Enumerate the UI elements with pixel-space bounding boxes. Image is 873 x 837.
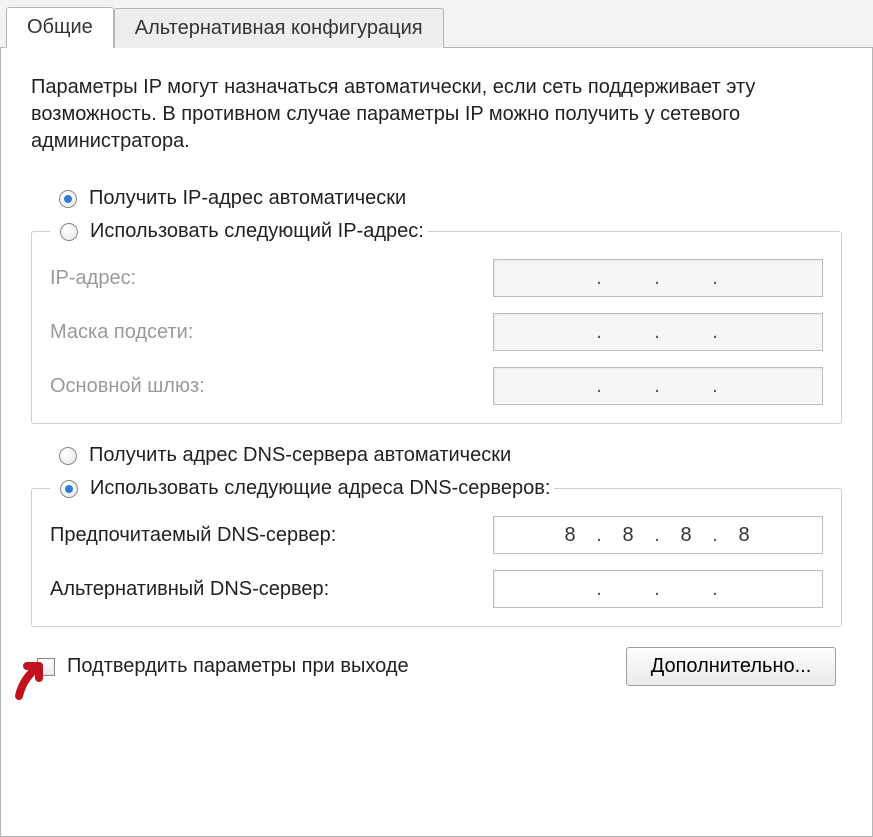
input-default-gateway: . . . — [493, 367, 823, 405]
radio-ip-auto[interactable] — [59, 190, 77, 208]
label-subnet-mask: Маска подсети: — [50, 321, 493, 344]
label-validate-on-exit: Подтвердить параметры при выходе — [67, 655, 409, 678]
description-text: Параметры IP могут назначаться автоматич… — [31, 74, 842, 155]
radio-dns-manual-label: Использовать следующие адреса DNS-сервер… — [90, 477, 550, 500]
label-default-gateway: Основной шлюз: — [50, 375, 493, 398]
input-alternate-dns[interactable]: . . . — [493, 570, 823, 608]
group-dns-manual: Использовать следующие адреса DNS-сервер… — [31, 477, 842, 627]
input-ip-address: . . . — [493, 259, 823, 297]
label-alternate-dns: Альтернативный DNS-сервер: — [50, 578, 493, 601]
input-preferred-dns[interactable]: 8. 8. 8. 8 — [493, 516, 823, 554]
tab-alternate[interactable]: Альтернативная конфигурация — [114, 8, 444, 48]
radio-ip-auto-label: Получить IP-адрес автоматически — [89, 187, 406, 210]
advanced-button[interactable]: Дополнительно... — [626, 647, 836, 686]
group-ip-manual: Использовать следующий IP-адрес: IP-адре… — [31, 220, 842, 424]
radio-ip-manual[interactable] — [60, 223, 78, 241]
radio-dns-auto-label: Получить адрес DNS-сервера автоматически — [89, 444, 511, 467]
radio-ip-manual-label: Использовать следующий IP-адрес: — [90, 220, 424, 243]
radio-dns-auto[interactable] — [59, 447, 77, 465]
label-preferred-dns: Предпочитаемый DNS-сервер: — [50, 524, 493, 547]
tab-general[interactable]: Общие — [6, 7, 114, 48]
input-subnet-mask: . . . — [493, 313, 823, 351]
checkbox-validate-on-exit[interactable] — [37, 658, 55, 676]
radio-dns-manual[interactable] — [60, 480, 78, 498]
label-ip-address: IP-адрес: — [50, 267, 493, 290]
